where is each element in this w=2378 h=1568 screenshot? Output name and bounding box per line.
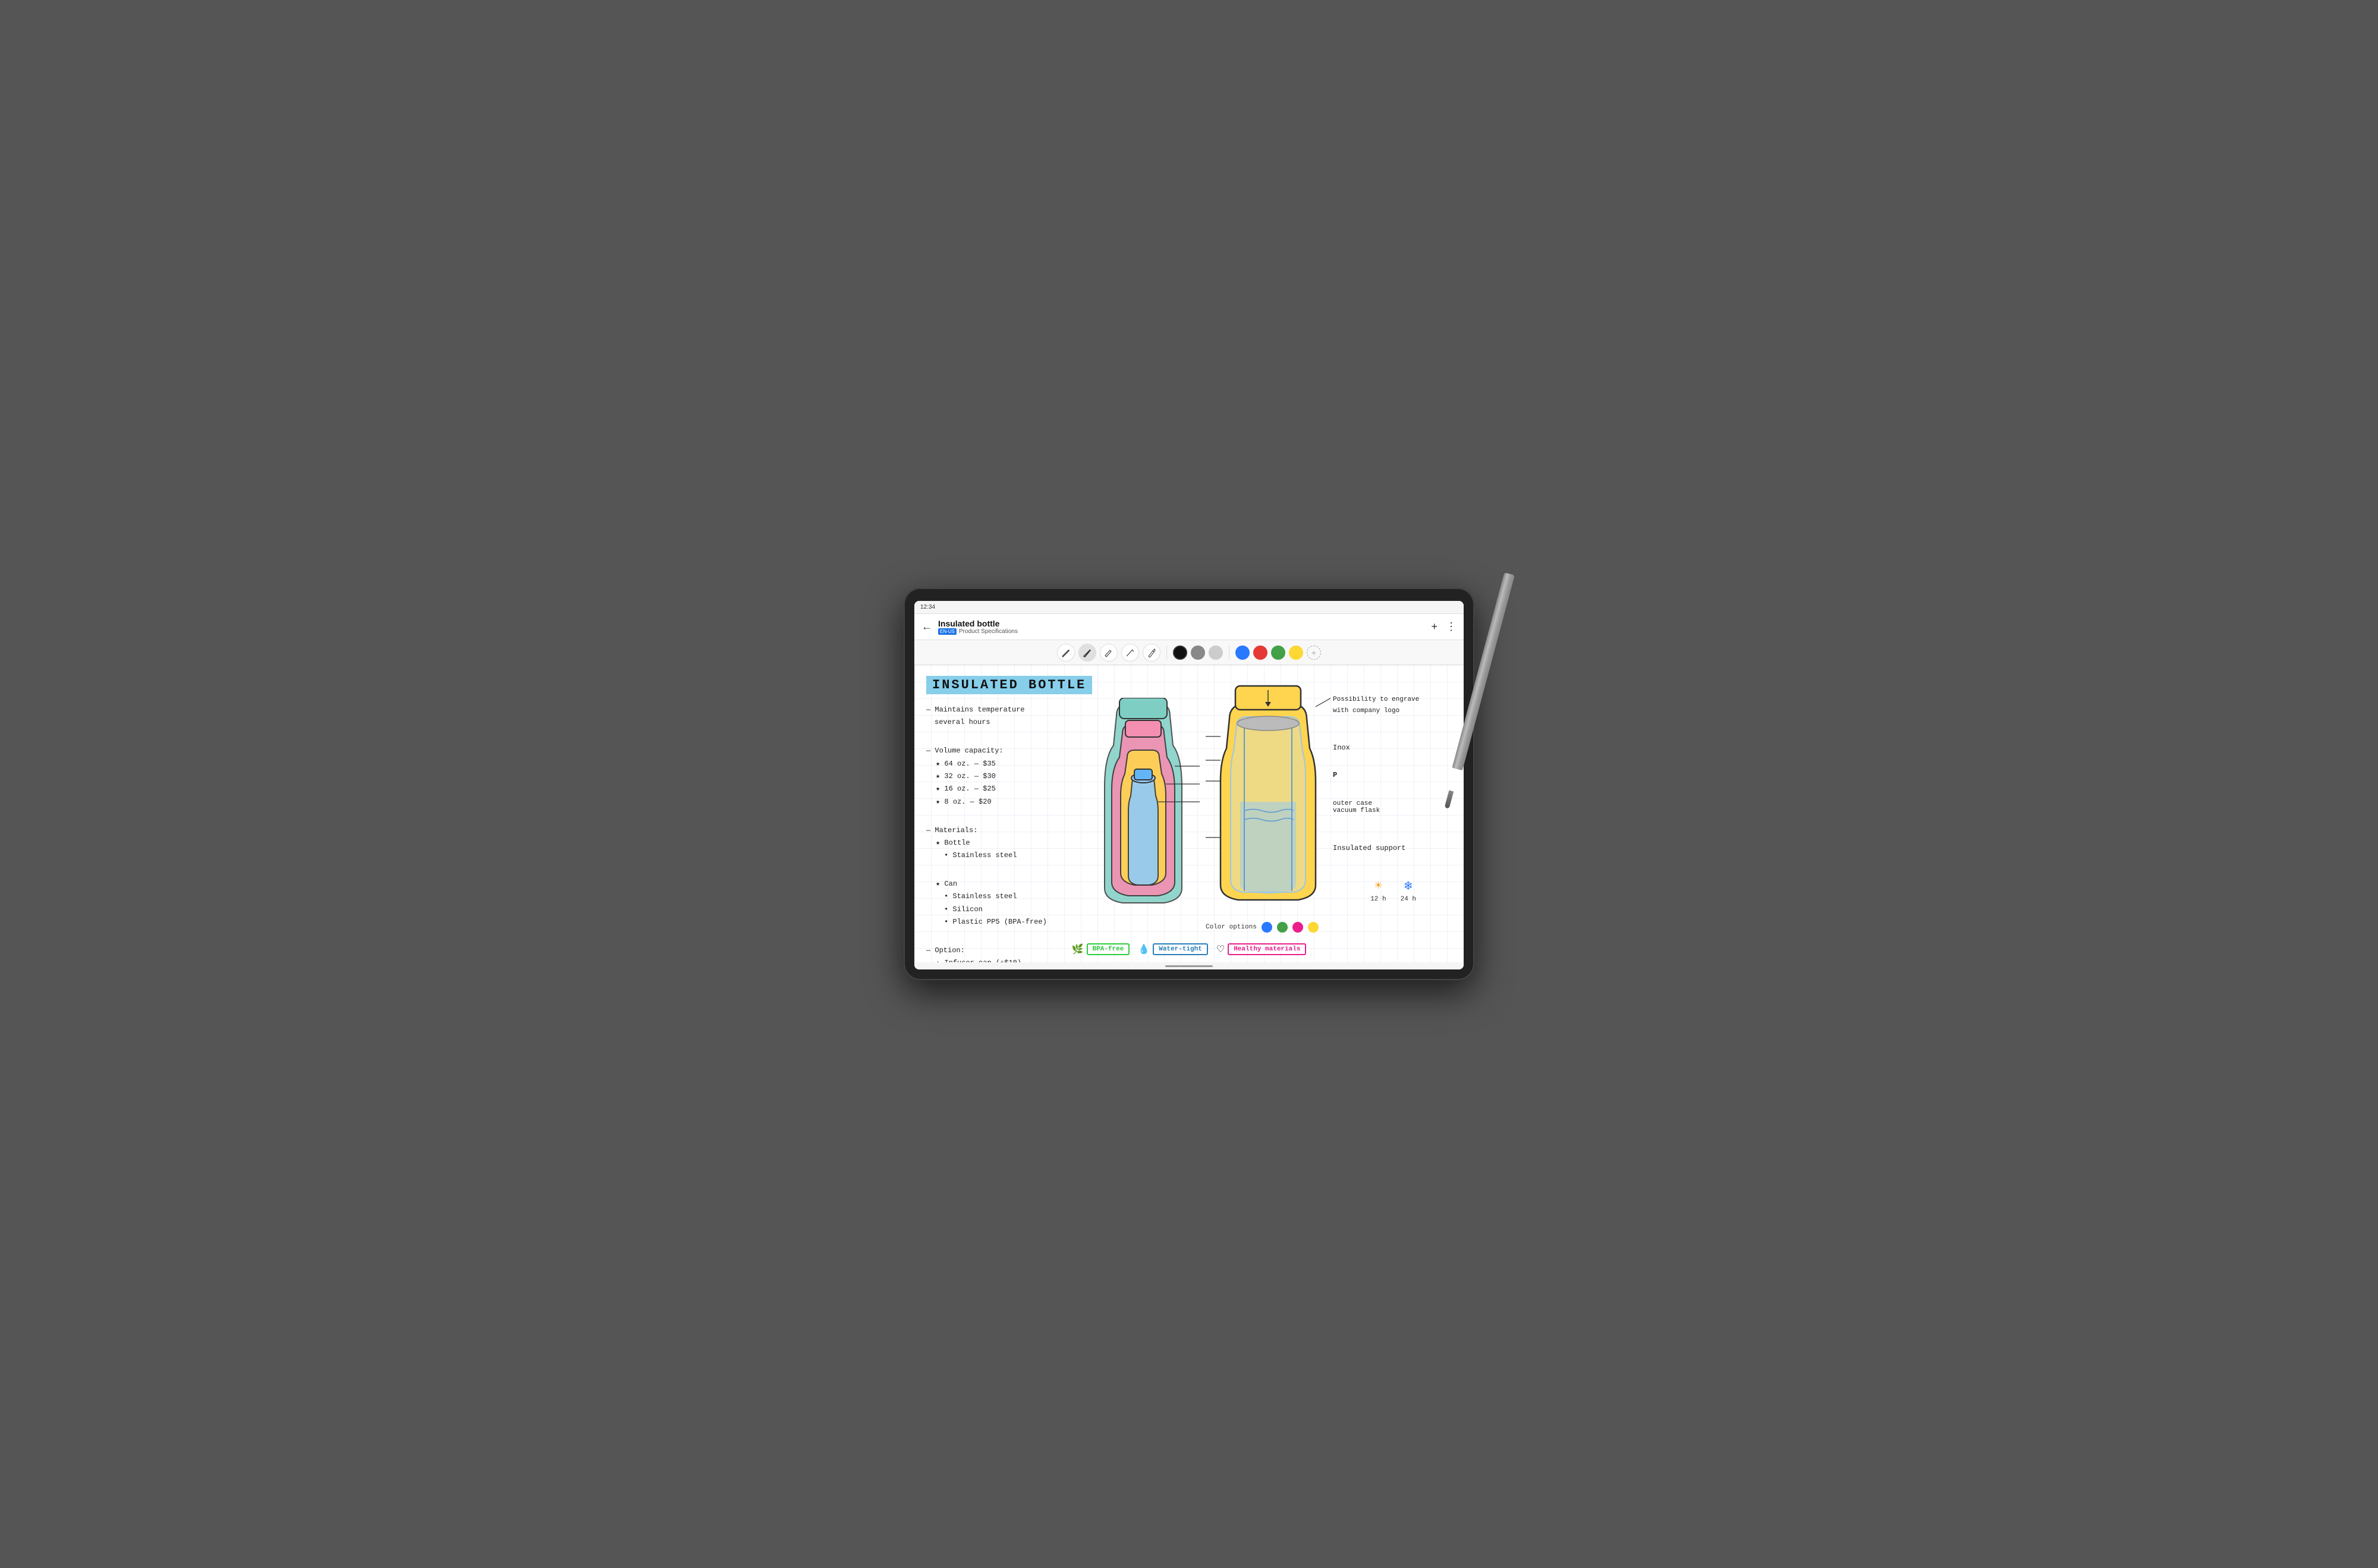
time-item-sun: ☀ 12 h	[1370, 879, 1386, 903]
color-black[interactable]	[1173, 646, 1187, 660]
badge-water-tight: 💧 Water-tight	[1138, 943, 1208, 955]
bpa-free-icon: 🌿	[1072, 943, 1084, 955]
note-spacer-4	[926, 929, 1452, 941]
nav-bar: ← Insulated bottle EN-US Product Specifi…	[914, 614, 1464, 640]
color-opt-blue[interactable]	[1262, 922, 1272, 933]
water-tight-label: Water-tight	[1153, 943, 1208, 955]
annot-inox: Inox	[1333, 742, 1452, 753]
color-options-label: Color options	[1206, 924, 1257, 931]
annot-engrave2: with company logo	[1333, 706, 1452, 716]
badge-healthy-materials: ♡ Healthy materials	[1216, 943, 1307, 955]
nav-actions: + ⋮	[1431, 621, 1457, 633]
annot-engrave: Possibility to engrave	[1333, 695, 1452, 705]
toolbar: +	[914, 640, 1464, 665]
annot-outer-case: outer case vacuum flask	[1333, 800, 1452, 814]
color-opt-pink[interactable]	[1292, 922, 1303, 933]
sun-icon: ☀	[1374, 879, 1382, 894]
color-lightgray[interactable]	[1209, 646, 1223, 660]
pen-tool-5[interactable]	[1143, 644, 1160, 662]
document-title: Insulated bottle	[938, 619, 1431, 629]
time-item-snowflake: ❄ 24 h	[1401, 879, 1416, 903]
color-add-button[interactable]: +	[1307, 646, 1321, 660]
content-area[interactable]: INSULATED BOTTLE — Maintains temperature…	[914, 665, 1464, 962]
time-icons: ☀ 12 h ❄ 24 h	[1370, 879, 1416, 903]
pen-tool-2[interactable]	[1078, 644, 1096, 662]
nav-subtitle: EN-US Product Specifications	[938, 628, 1431, 635]
water-tight-icon: 💧	[1138, 943, 1150, 955]
time-12h-label: 12 h	[1370, 896, 1386, 903]
note-title-box: INSULATED BOTTLE	[926, 676, 1092, 694]
more-button[interactable]: ⋮	[1446, 621, 1457, 633]
annot-insulated: Insulated support	[1333, 844, 1452, 852]
bottle-sketch-right	[1206, 683, 1330, 924]
back-button[interactable]: ←	[921, 621, 932, 633]
color-opt-yellow[interactable]	[1308, 922, 1319, 933]
pen-tool-1[interactable]	[1057, 644, 1075, 662]
right-annotations: Possibility to engrave with company logo…	[1333, 695, 1452, 852]
color-yellow[interactable]	[1289, 646, 1303, 660]
bottom-badges-bar: 🌿 BPA-free 💧 Water-tight ♡ Healthy mater…	[914, 941, 1464, 958]
snowflake-icon: ❄	[1404, 879, 1412, 894]
subtitle-text: Product Specifications	[959, 628, 1018, 635]
healthy-materials-label: Healthy materials	[1228, 943, 1306, 955]
badge-bpa-free: 🌿 BPA-free	[1072, 943, 1130, 955]
bpa-free-label: BPA-free	[1087, 943, 1130, 955]
color-gray[interactable]	[1191, 646, 1205, 660]
home-bar	[1165, 965, 1213, 967]
note-line-16: ★ Infuser cap (+$10)	[926, 957, 1452, 962]
color-green[interactable]	[1271, 646, 1285, 660]
pen-tool-4[interactable]	[1121, 644, 1139, 662]
bottle-sketch-left	[1087, 698, 1200, 927]
tablet-device: Lenovo 12:34 ← Insulated bottle EN-US Pr…	[904, 588, 1474, 980]
tablet-screen: 12:34 ← Insulated bottle EN-US Product S…	[914, 601, 1464, 969]
healthy-materials-icon: ♡	[1216, 943, 1225, 955]
toolbar-separator-1	[1166, 646, 1167, 660]
language-badge: EN-US	[938, 628, 957, 635]
note-title: INSULATED BOTTLE	[932, 678, 1086, 692]
color-opt-green[interactable]	[1277, 922, 1288, 933]
pen-tool-3[interactable]	[1100, 644, 1118, 662]
color-blue[interactable]	[1235, 646, 1250, 660]
color-red[interactable]	[1253, 646, 1267, 660]
status-bar: 12:34	[914, 601, 1464, 614]
add-button[interactable]: +	[1431, 621, 1438, 633]
color-options-row: Color options	[1206, 922, 1319, 933]
annot-p-label: P	[1333, 771, 1452, 779]
time-display: 12:34	[920, 604, 935, 610]
home-indicator	[914, 962, 1464, 969]
time-24h-label: 24 h	[1401, 896, 1416, 903]
nav-title-group: Insulated bottle EN-US Product Specifica…	[938, 619, 1431, 635]
stylus-brand-text: Lenovo	[1498, 588, 1508, 610]
